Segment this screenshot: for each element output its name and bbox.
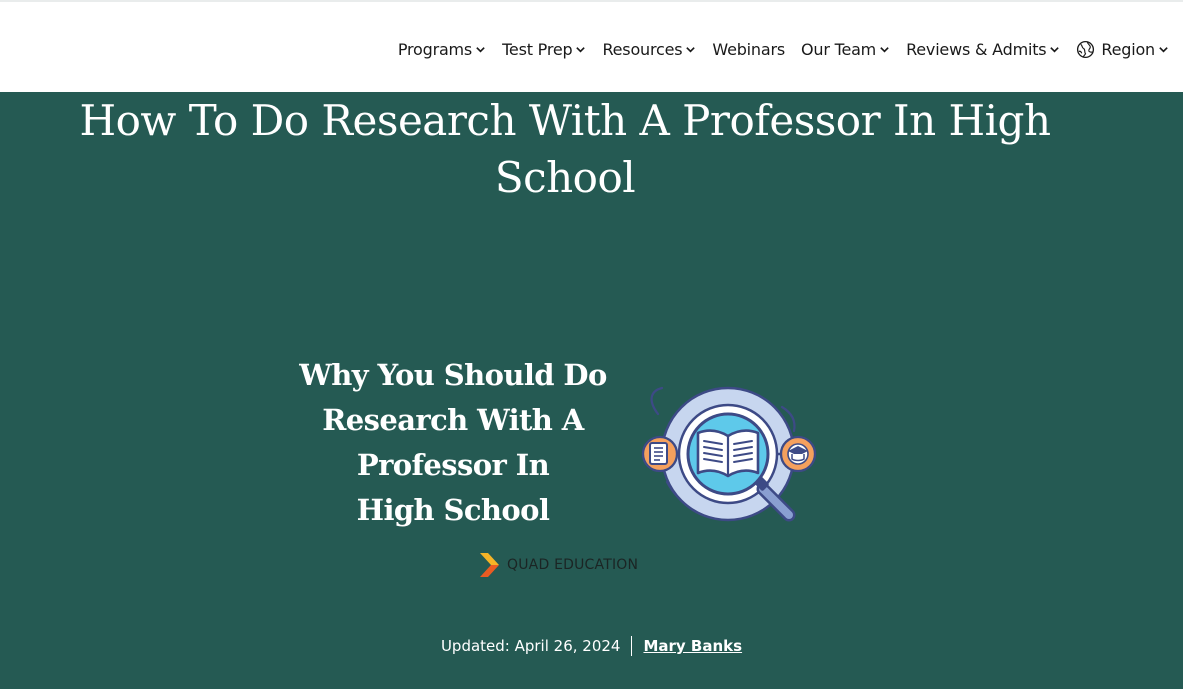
nav-item-label: Resources: [602, 39, 683, 59]
meta-divider: [631, 636, 633, 656]
banner-heading-line: Why You Should Do: [299, 358, 607, 392]
chevron-down-icon: [1159, 46, 1168, 53]
quad-logo-icon: [480, 553, 499, 577]
nav-item-our-team[interactable]: Our Team: [801, 40, 890, 59]
page-title: How To Do Research With A Professor In H…: [79, 96, 1052, 202]
nav-item-label: Test Prep: [502, 39, 573, 59]
banner-heading-line: Research With A: [322, 403, 584, 437]
banner-heading-line: High School: [356, 493, 550, 527]
author-link[interactable]: Mary Banks: [643, 637, 742, 655]
article-meta: Updated: April 26, 2024 Mary Banks: [0, 634, 1183, 658]
globe-icon: [1077, 40, 1095, 58]
nav-item-programs[interactable]: Programs: [398, 40, 486, 59]
quad-education-logo: QUAD EDUCATION: [479, 552, 638, 578]
graduation-cap-icon: [779, 435, 817, 473]
chevron-down-icon: [686, 46, 696, 53]
chevron-down-icon: [880, 46, 889, 53]
nav-item-label: Webinars: [712, 39, 785, 59]
nav-item-webinars[interactable]: Webinars: [712, 40, 785, 59]
chevron-down-icon: [1050, 46, 1060, 53]
banner-heading: Why You Should Do Research With A Profes…: [282, 353, 624, 533]
nav-item-test-prep[interactable]: Test Prep: [502, 40, 586, 59]
banner-heading-line: Professor In: [356, 448, 550, 482]
site-header: Programs Test Prep Resources Webinars Ou…: [0, 0, 1183, 92]
nav-item-label: Programs: [397, 39, 473, 59]
updated-date: Updated: April 26, 2024: [440, 637, 621, 655]
nav-item-label: Our Team: [800, 39, 877, 59]
nav-item-reviews-admits[interactable]: Reviews & Admits: [906, 40, 1060, 59]
nav-item-label: Reviews & Admits: [906, 39, 1047, 59]
brand-name: QUAD EDUCATION: [507, 557, 639, 573]
document-icon: [641, 435, 679, 473]
nav-item-region[interactable]: Region: [1076, 40, 1169, 59]
research-illustration: [641, 386, 817, 522]
main-nav: Programs Test Prep Resources Webinars Ou…: [398, 38, 1169, 60]
nav-item-label: Region: [1101, 39, 1155, 59]
open-book-icon: [696, 429, 760, 478]
chevron-down-icon: [576, 46, 586, 53]
chevron-down-icon: [476, 46, 485, 53]
nav-item-resources[interactable]: Resources: [602, 40, 696, 59]
